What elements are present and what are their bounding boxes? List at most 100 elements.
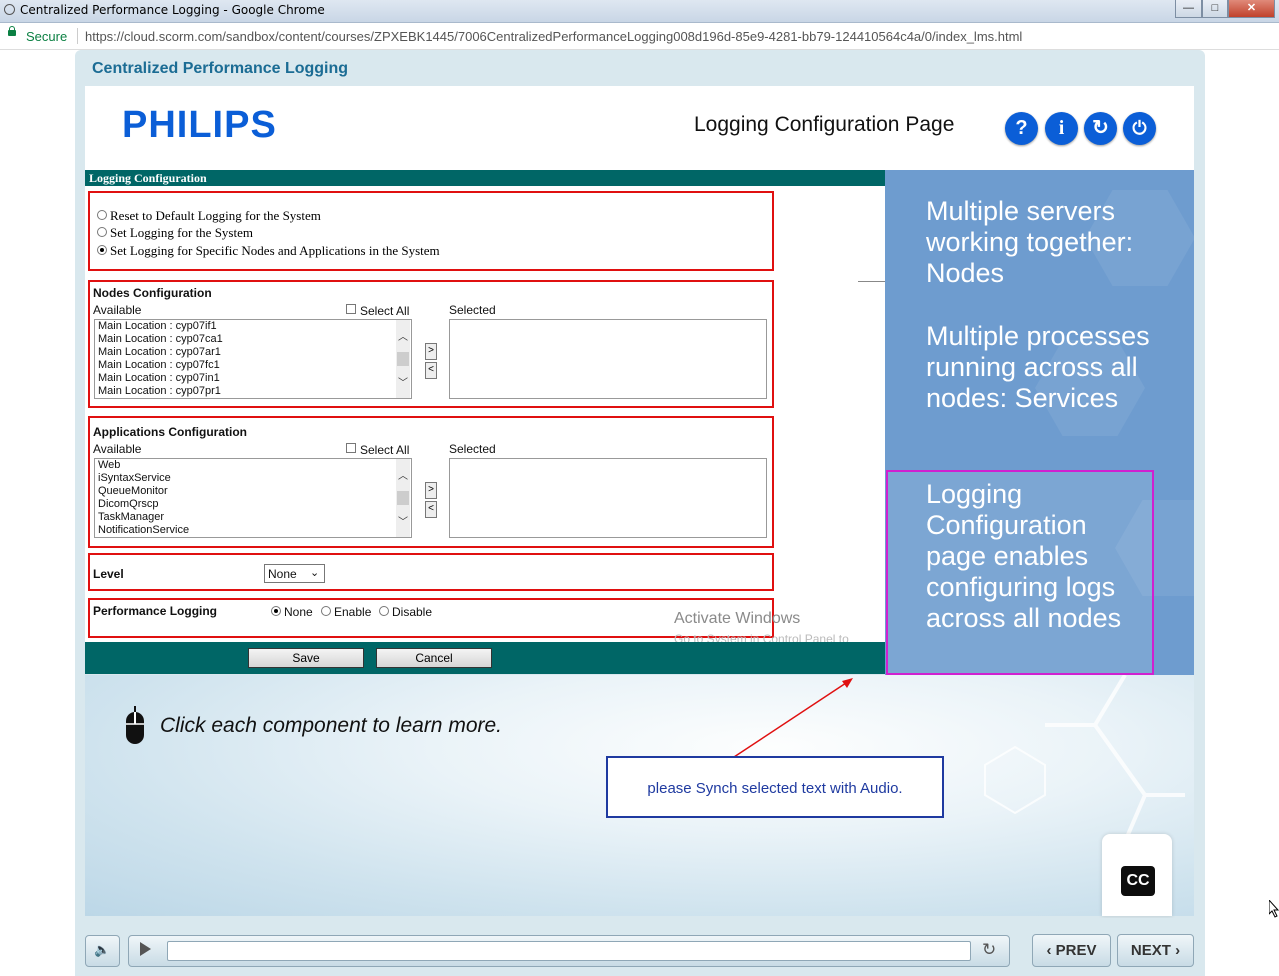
close-window-button[interactable]: ✕ [1228, 0, 1275, 18]
radio-set-specific[interactable] [97, 245, 107, 255]
level-section[interactable] [88, 553, 774, 591]
nodes-available-label: Available [93, 303, 142, 317]
review-note-text: please Synch selected text with Audio. [647, 780, 903, 797]
replay-icon[interactable]: ↻ [1084, 112, 1117, 145]
apps-heading: Applications Configuration [93, 425, 247, 439]
apps-add-button[interactable]: > [425, 482, 437, 499]
apps-select-all-label: Select All [360, 443, 410, 457]
list-item[interactable]: Main Location : cyp07ca1 [95, 333, 411, 346]
secure-label: Secure [26, 29, 68, 44]
list-item[interactable]: TaskManager [95, 511, 411, 524]
nodes-add-button[interactable]: > [425, 343, 437, 360]
chevron-down-icon: ⌄ [310, 567, 320, 579]
apps-selected-list[interactable] [449, 458, 767, 538]
list-item[interactable]: Main Location : cyp07fc1 [95, 359, 411, 372]
radio-reset-default-label: Reset to Default Logging for the System [110, 208, 321, 223]
cancel-button[interactable]: Cancel [376, 648, 492, 668]
scroll-down-icon[interactable]: ﹀ [398, 374, 408, 389]
next-label: NEXT [1130, 942, 1171, 959]
divider-line [858, 281, 885, 282]
list-item[interactable]: QueueMonitor [95, 485, 411, 498]
info-icon[interactable]: i [1045, 112, 1078, 145]
nodes-scrollbar[interactable]: ︿ ﹀ [396, 320, 410, 398]
scroll-down-icon[interactable]: ﹀ [398, 513, 408, 528]
nodes-available-list[interactable]: Main Location : cyp07if1 Main Location :… [94, 319, 412, 399]
nodes-select-all-label: Select All [360, 304, 410, 318]
nodes-heading: Nodes Configuration [93, 286, 212, 300]
radio-set-system[interactable] [97, 227, 107, 237]
power-icon[interactable]: ⏻ [1123, 112, 1156, 145]
radio-set-specific-label: Set Logging for Specific Nodes and Appli… [110, 243, 440, 258]
mouse-cursor-icon [1269, 900, 1279, 918]
scroll-thumb[interactable] [397, 491, 409, 505]
perf-radio-none[interactable] [271, 606, 281, 616]
nodes-selected-label: Selected [449, 303, 496, 317]
chevron-left-icon: ‹ [1046, 942, 1056, 959]
form-title: Logging Configuration [89, 171, 207, 185]
level-select-value: None [268, 567, 297, 581]
chevron-right-icon: › [1170, 942, 1181, 959]
apps-remove-button[interactable]: < [425, 501, 437, 518]
nodes-remove-button[interactable]: < [425, 362, 437, 379]
perf-radio-enable-label: Enable [334, 605, 372, 619]
info-block-services[interactable]: Multiple processes running across all no… [926, 321, 1176, 414]
help-icon[interactable]: ? [1005, 112, 1038, 145]
minimize-button[interactable]: — [1175, 0, 1202, 18]
cc-icon[interactable]: CC [1121, 866, 1155, 896]
list-item[interactable]: NotificationService [95, 524, 411, 537]
radio-set-system-label: Set Logging for the System [110, 225, 253, 240]
apps-selected-label: Selected [449, 442, 496, 456]
window-title: Centralized Performance Logging - Google… [20, 3, 325, 17]
list-item[interactable]: DicomQrscp [95, 498, 411, 511]
scroll-thumb[interactable] [397, 352, 409, 366]
address-bar[interactable]: Secure https://cloud.scorm.com/sandbox/c… [0, 23, 1279, 50]
url-text[interactable]: https://cloud.scorm.com/sandbox/content/… [85, 29, 1022, 44]
perf-radio-enable[interactable] [321, 606, 331, 616]
list-item[interactable]: Main Location : cyp07ar1 [95, 346, 411, 359]
scroll-up-icon[interactable]: ︿ [398, 467, 408, 482]
mouse-icon [126, 706, 144, 744]
level-select[interactable]: None ⌄ [264, 564, 325, 583]
nodes-selected-list[interactable] [449, 319, 767, 399]
level-label: Level [93, 567, 124, 581]
activate-windows-watermark: Activate Windows [674, 610, 801, 627]
next-button[interactable]: NEXT › [1117, 934, 1194, 967]
philips-logo: PHILIPS [122, 104, 277, 146]
speaker-icon: 🔈 [94, 943, 111, 958]
perf-radio-disable[interactable] [379, 606, 389, 616]
prev-label: PREV [1055, 942, 1097, 959]
apps-available-label: Available [93, 442, 142, 456]
save-button[interactable]: Save [248, 648, 364, 668]
browser-titlebar: Centralized Performance Logging - Google… [0, 0, 1279, 23]
replay-progress-icon[interactable]: ↻ [982, 940, 996, 960]
review-note-box: please Synch selected text with Audio. [606, 756, 944, 818]
list-item[interactable]: Main Location : cyp07pr1 [95, 385, 411, 398]
page-title: Logging Configuration Page [694, 113, 955, 136]
apps-select-all-checkbox[interactable] [346, 443, 356, 453]
list-item[interactable]: Web [95, 459, 411, 472]
perf-logging-label: Performance Logging [93, 604, 218, 618]
perf-radio-disable-label: Disable [392, 605, 433, 619]
instruction-text: Click each component to learn more. [160, 714, 502, 737]
maximize-button[interactable]: □ [1202, 0, 1228, 18]
nodes-select-all-checkbox[interactable] [346, 304, 356, 314]
lock-icon [8, 26, 16, 36]
selected-text-highlight [886, 470, 1154, 675]
radio-reset-default[interactable] [97, 210, 107, 220]
list-item[interactable]: Main Location : cyp07if1 [95, 320, 411, 333]
perf-radio-none-label: None [284, 605, 313, 619]
info-block-nodes[interactable]: Multiple servers working together: Nodes [926, 196, 1176, 289]
progress-track[interactable] [167, 941, 971, 961]
course-title: Centralized Performance Logging [92, 60, 349, 77]
volume-button[interactable]: 🔈 [85, 935, 120, 967]
logging-config-form: Logging Configuration Reset to Default L… [85, 170, 885, 674]
list-item[interactable]: iSyntaxService [95, 472, 411, 485]
list-item[interactable]: Main Location : cyp07in1 [95, 372, 411, 385]
apps-available-list[interactable]: Web iSyntaxService QueueMonitor DicomQrs… [94, 458, 412, 538]
scroll-up-icon[interactable]: ︿ [398, 328, 408, 343]
prev-button[interactable]: ‹ PREV [1032, 934, 1111, 967]
address-divider [77, 28, 78, 44]
apps-scrollbar[interactable]: ︿ ﹀ [396, 459, 410, 537]
play-icon[interactable] [140, 942, 151, 956]
chrome-page-icon [4, 4, 15, 15]
